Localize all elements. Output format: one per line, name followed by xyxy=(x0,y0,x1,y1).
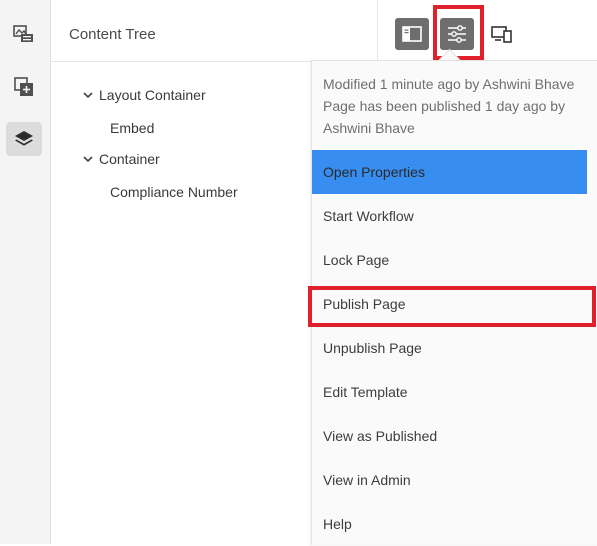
menu-item-view-as-published[interactable]: View as Published xyxy=(312,414,587,458)
tree-item-label: Embed xyxy=(110,120,155,136)
tree-item-compliance-number[interactable]: Compliance Number xyxy=(110,184,238,200)
menu-item-unpublish-page[interactable]: Unpublish Page xyxy=(312,326,587,370)
menu-item-label: Open Properties xyxy=(323,164,425,180)
assets-icon[interactable] xyxy=(6,17,42,51)
tree-item-label: Layout Container xyxy=(99,87,206,103)
tree-item-layout-container[interactable]: Layout Container xyxy=(81,87,206,103)
side-panel-toggle-icon xyxy=(402,26,422,42)
tree-item-label: Compliance Number xyxy=(110,184,238,200)
menu-item-label: Start Workflow xyxy=(323,208,414,224)
layers-icon[interactable] xyxy=(6,122,42,156)
page-information-highlight xyxy=(433,5,484,60)
published-by-text: Ashwini Bhave xyxy=(323,120,415,136)
tree-item-label: Container xyxy=(99,151,160,167)
menu-item-label: View in Admin xyxy=(323,472,411,488)
tree-item-embed[interactable]: Embed xyxy=(110,120,154,136)
chevron-down-icon[interactable] xyxy=(81,88,95,102)
menu-item-label: Edit Template xyxy=(323,384,408,400)
menu-item-lock-page[interactable]: Lock Page xyxy=(312,238,587,282)
side-panel-toggle-button[interactable] xyxy=(395,18,429,50)
menu-item-open-properties[interactable]: Open Properties xyxy=(312,150,587,194)
tree-item-container[interactable]: Container xyxy=(81,151,160,167)
menu-item-view-in-admin[interactable]: View in Admin xyxy=(312,458,587,502)
menu-item-label: Help xyxy=(323,516,352,532)
components-icon[interactable] xyxy=(6,70,42,104)
menu-item-help[interactable]: Help xyxy=(312,502,587,546)
menu-item-edit-template[interactable]: Edit Template xyxy=(312,370,587,414)
emulator-button[interactable] xyxy=(487,18,517,50)
publish-page-highlight xyxy=(308,286,596,327)
left-rail xyxy=(0,0,51,544)
modified-text: Modified 1 minute ago by Ashwini Bhave xyxy=(323,76,575,92)
menu-item-label: View as Published xyxy=(323,428,438,444)
menu-item-label: Unpublish Page xyxy=(323,340,422,356)
menu-item-start-workflow[interactable]: Start Workflow xyxy=(312,194,587,238)
menu-item-label: Lock Page xyxy=(323,252,390,268)
published-text: Page has been published 1 day ago by xyxy=(323,98,566,114)
chevron-down-icon[interactable] xyxy=(81,152,95,166)
page-status-info: Modified 1 minute ago by Ashwini Bhave P… xyxy=(323,73,593,139)
emulator-icon xyxy=(491,26,512,43)
panel-title: Content Tree xyxy=(69,26,156,43)
toolbar-divider xyxy=(377,0,378,60)
